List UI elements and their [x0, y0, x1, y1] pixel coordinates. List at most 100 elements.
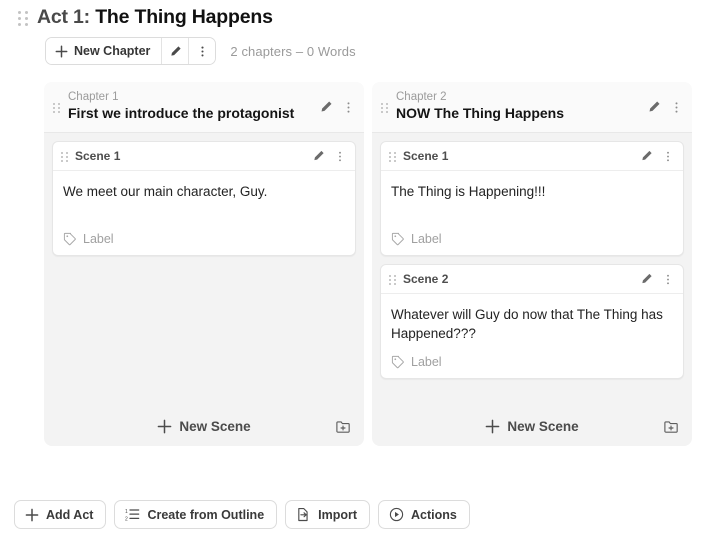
chapter-column: Chapter 2 NOW The Thing Happens [372, 82, 692, 446]
scene-label: Label [411, 355, 442, 369]
scene-text[interactable]: The Thing is Happening!!! [391, 182, 673, 220]
new-scene-label: New Scene [179, 419, 250, 434]
folder-plus-icon [663, 418, 680, 435]
scene-body: We meet our main character, Guy. Label [53, 171, 355, 255]
new-chapter-button-group: New Chapter [45, 37, 216, 65]
act-name: The Thing Happens [95, 6, 273, 28]
pencil-icon [319, 100, 333, 114]
scene-menu-button[interactable] [334, 150, 346, 162]
svg-text:2: 2 [125, 516, 128, 522]
more-vertical-icon [334, 150, 346, 162]
act-header: Act 1: The Thing Happens [18, 6, 273, 29]
chapter-header[interactable]: Chapter 2 NOW The Thing Happens [372, 82, 692, 133]
folder-plus-icon-button[interactable] [663, 418, 680, 435]
plus-icon [55, 45, 68, 58]
scene-body: The Thing is Happening!!! Label [381, 171, 683, 255]
drag-dots-icon[interactable] [389, 275, 396, 285]
new-scene-button[interactable]: New Scene [157, 419, 250, 434]
actions-label: Actions [411, 508, 457, 522]
act-toolbar: New Chapter 2 chapters – 0 Words [45, 37, 356, 65]
drag-dots-icon[interactable] [389, 152, 396, 162]
create-from-outline-button[interactable]: 1 2 Create from Outline [114, 500, 277, 529]
chapter-title: First we introduce the protagonist [68, 105, 354, 122]
chapter-footer: New Scene [372, 409, 692, 446]
pencil-icon [647, 100, 661, 114]
drag-dots-icon[interactable] [61, 152, 68, 162]
tag-icon [63, 232, 77, 246]
edit-act-button[interactable] [161, 38, 188, 64]
chapters-board: Chapter 1 First we introduce the protago… [44, 82, 692, 446]
scene-title: Scene 1 [75, 149, 346, 163]
scene-header: Scene 2 [381, 265, 683, 294]
folder-plus-icon-button[interactable] [335, 418, 352, 435]
bottom-toolbar: Add Act 1 2 Create from Outline Import A… [14, 500, 470, 529]
drag-dots-icon[interactable] [18, 11, 28, 26]
scene-label-row[interactable]: Label [391, 232, 673, 246]
act-menu-button[interactable] [188, 38, 215, 64]
chapter-menu-button[interactable] [670, 101, 683, 114]
edit-chapter-button[interactable] [647, 100, 661, 114]
act-number: Act 1: [37, 6, 90, 28]
chapter-footer: New Scene [44, 409, 364, 446]
more-vertical-icon [662, 273, 674, 285]
chapter-subtitle: Chapter 1 [68, 91, 354, 104]
drag-dots-icon[interactable] [53, 103, 60, 113]
scene-label-row[interactable]: Label [63, 232, 345, 246]
actions-button[interactable]: Actions [378, 500, 470, 529]
new-chapter-label: New Chapter [74, 44, 150, 58]
scene-list: Scene 1 [372, 133, 692, 409]
page-title: Act 1: The Thing Happens [37, 6, 273, 29]
pencil-icon [640, 273, 653, 286]
scene-body: Whatever will Guy do now that The Thing … [381, 294, 683, 378]
chapter-subtitle: Chapter 2 [396, 91, 682, 104]
edit-scene-button[interactable] [640, 150, 653, 163]
edit-chapter-button[interactable] [319, 100, 333, 114]
plus-icon [485, 419, 500, 434]
tag-icon [391, 355, 405, 369]
act-meta: 2 chapters – 0 Words [230, 44, 355, 59]
pencil-icon [169, 45, 182, 58]
import-button[interactable]: Import [285, 500, 370, 529]
tag-icon [391, 232, 405, 246]
edit-scene-button[interactable] [312, 150, 325, 163]
ordered-list-icon: 1 2 [125, 507, 140, 522]
add-act-button[interactable]: Add Act [14, 500, 106, 529]
scene-menu-button[interactable] [662, 150, 674, 162]
new-scene-button[interactable]: New Scene [485, 419, 578, 434]
plus-icon [157, 419, 172, 434]
pencil-icon [312, 150, 325, 163]
scene-label-row[interactable]: Label [391, 355, 673, 369]
new-chapter-button[interactable]: New Chapter [46, 38, 161, 64]
more-vertical-icon [342, 101, 355, 114]
more-vertical-icon [196, 45, 209, 58]
edit-scene-button[interactable] [640, 273, 653, 286]
scene-title: Scene 2 [403, 272, 674, 286]
chapter-menu-button[interactable] [342, 101, 355, 114]
drag-dots-icon[interactable] [381, 103, 388, 113]
scene-header: Scene 1 [53, 142, 355, 171]
scene-card[interactable]: Scene 1 [380, 141, 684, 256]
scene-title: Scene 1 [403, 149, 674, 163]
scene-text[interactable]: Whatever will Guy do now that The Thing … [391, 305, 673, 343]
chapter-title: NOW The Thing Happens [396, 105, 682, 122]
chapter-column: Chapter 1 First we introduce the protago… [44, 82, 364, 446]
more-vertical-icon [662, 150, 674, 162]
import-label: Import [318, 508, 357, 522]
scene-card[interactable]: Scene 1 [52, 141, 356, 256]
file-import-icon [296, 507, 311, 522]
new-scene-label: New Scene [507, 419, 578, 434]
scene-list: Scene 1 [44, 133, 364, 409]
folder-plus-icon [335, 418, 352, 435]
create-from-outline-label: Create from Outline [147, 508, 264, 522]
plus-icon [25, 508, 39, 522]
scene-menu-button[interactable] [662, 273, 674, 285]
scene-card[interactable]: Scene 2 [380, 264, 684, 379]
more-vertical-icon [670, 101, 683, 114]
story-board-page: Act 1: The Thing Happens New Chapter [0, 0, 702, 543]
play-circle-icon [389, 507, 404, 522]
scene-header: Scene 1 [381, 142, 683, 171]
add-act-label: Add Act [46, 508, 93, 522]
chapter-header[interactable]: Chapter 1 First we introduce the protago… [44, 82, 364, 133]
scene-label: Label [411, 232, 442, 246]
scene-text[interactable]: We meet our main character, Guy. [63, 182, 345, 220]
